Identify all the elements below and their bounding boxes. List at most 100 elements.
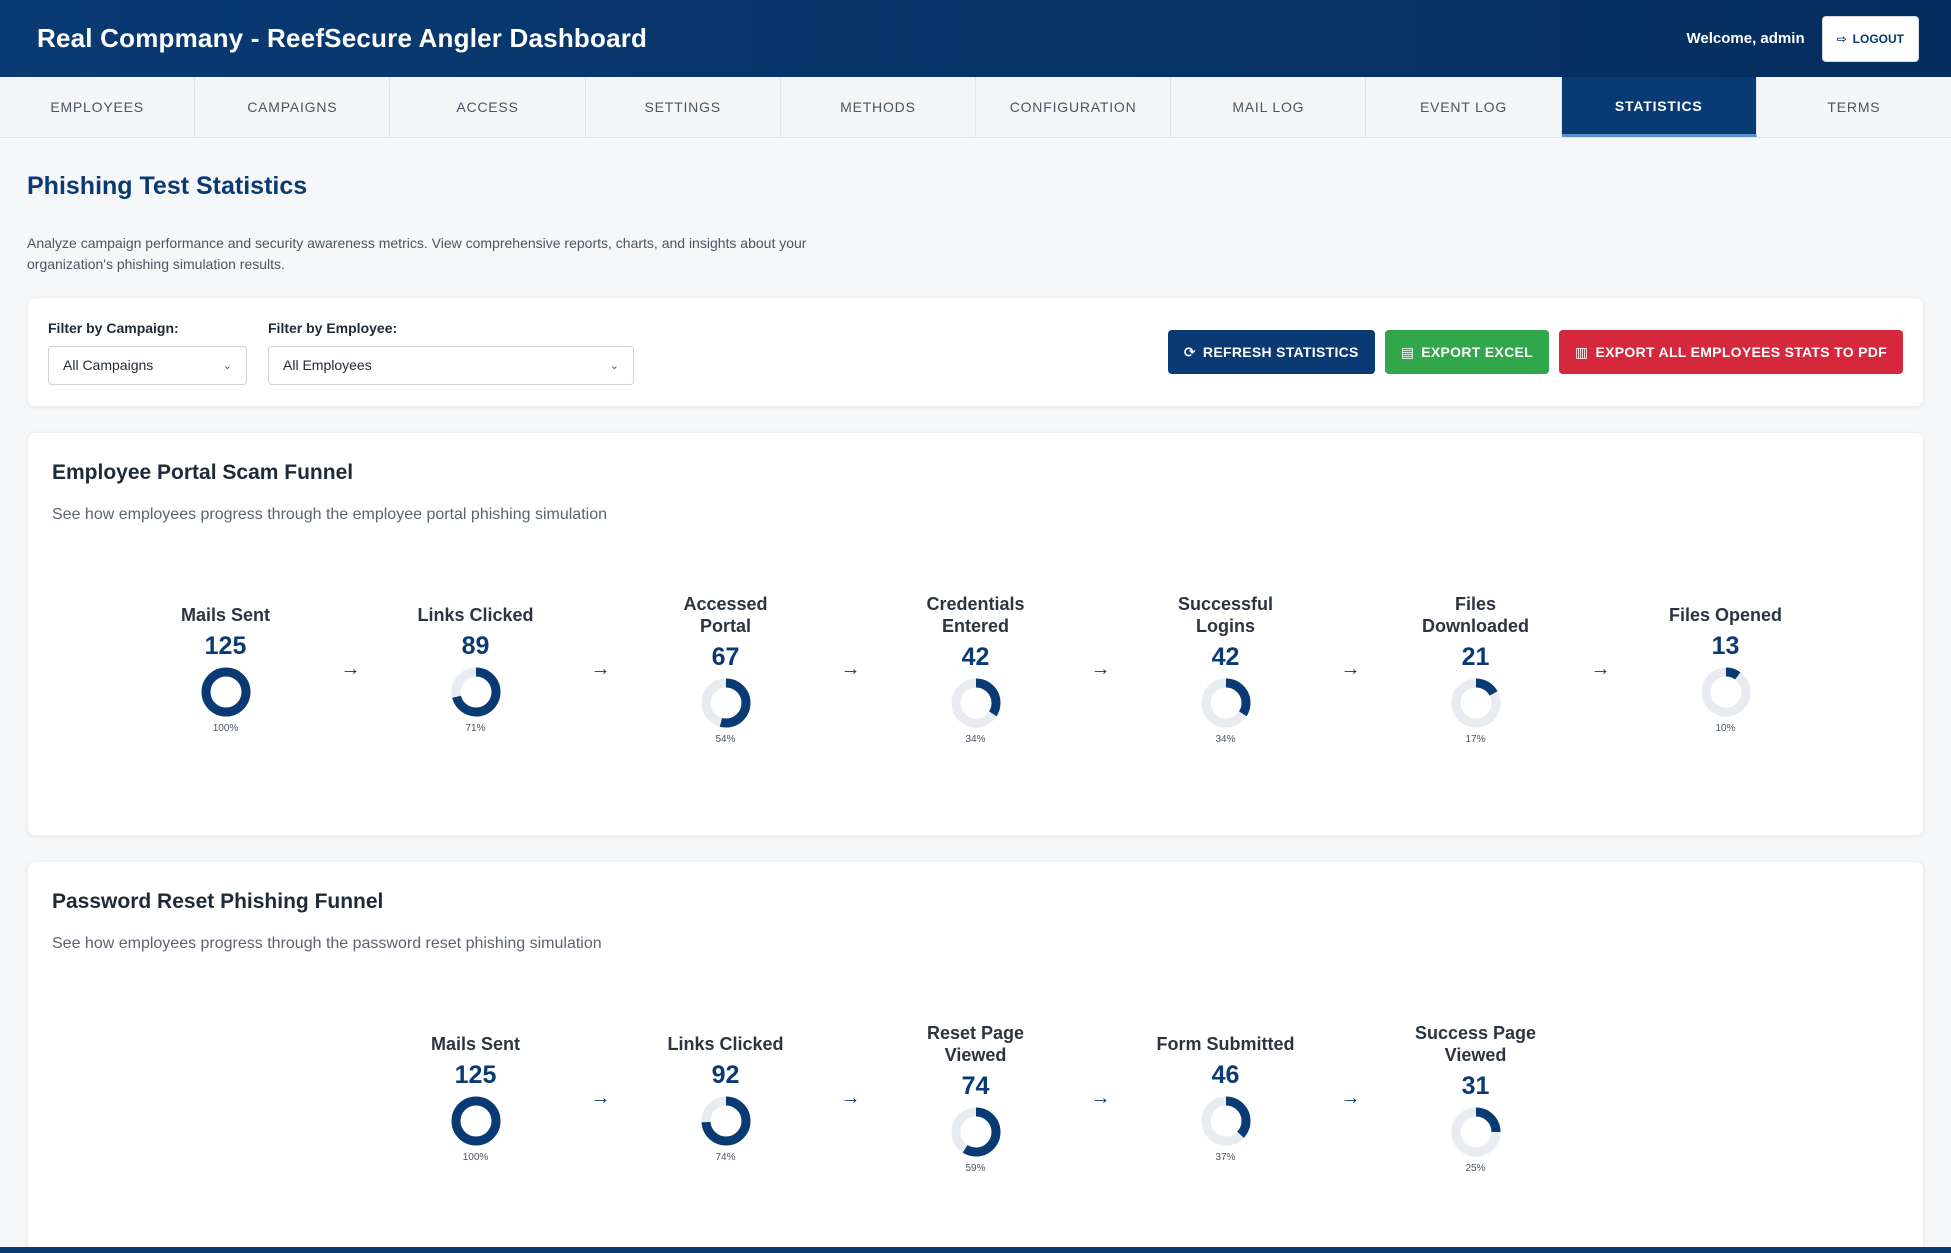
main-content: Phishing Test Statistics Analyze campaig… xyxy=(0,172,1951,1253)
arrow-right-icon: → xyxy=(590,657,611,680)
campaign-select-value: All Campaigns xyxy=(63,357,154,373)
funnel-step-value: 125 xyxy=(454,1061,497,1089)
employee-select[interactable]: All Employees ⌄ xyxy=(268,345,634,385)
pdf-file-icon: ▥ xyxy=(1574,343,1589,360)
funnel-step: Reset Page Viewed 74 59% xyxy=(906,1022,1046,1174)
progress-donut xyxy=(951,678,1000,728)
funnel-step: Files Downloaded 21 17% xyxy=(1406,593,1546,745)
funnel-step-label: Form Submitted xyxy=(1156,1034,1295,1054)
donut-track xyxy=(1701,667,1750,717)
funnel-step-percent: 100% xyxy=(462,1152,489,1163)
refresh-icon: ⟳ xyxy=(1183,343,1196,360)
funnel-step-percent: 74% xyxy=(715,1152,736,1163)
funnel-step: Files Opened 13 10% xyxy=(1656,604,1796,734)
funnel-step-label: Mails Sent xyxy=(180,605,271,625)
funnel-step-value: 21 xyxy=(1461,643,1490,671)
funnel-step: Form Submitted 46 37% xyxy=(1156,1033,1296,1163)
arrow-right-icon: → xyxy=(1590,657,1611,680)
arrow-right-icon: → xyxy=(840,657,861,680)
app-header: Real Compmany - ReefSecure Angler Dashbo… xyxy=(0,0,1951,77)
funnel-steps: Mails Sent 125 100% → Links Clicked 89 71% → Acc… xyxy=(28,593,1923,745)
export-pdf-label: EXPORT ALL EMPLOYEES STATS TO PDF xyxy=(1595,344,1887,360)
employee-select-value: All Employees xyxy=(283,357,372,373)
funnel-step-value: 89 xyxy=(461,632,490,660)
app-title: Real Compmany - ReefSecure Angler Dashbo… xyxy=(37,23,648,53)
funnel-step: Mails Sent 125 100% xyxy=(406,1033,546,1163)
page-description: Analyze campaign performance and securit… xyxy=(27,235,807,272)
funnel-step-percent: 59% xyxy=(965,1163,986,1174)
funnel-step: Links Clicked 89 71% xyxy=(406,604,546,734)
action-buttons: ⟳ REFRESH STATISTICS ▤ EXPORT EXCEL ▥ EX… xyxy=(1167,330,1903,374)
funnel-step-label: Links Clicked xyxy=(667,1034,784,1054)
funnel-step: Accessed Portal 67 54% xyxy=(656,593,796,745)
sign-out-icon: ⇨ xyxy=(1836,31,1847,46)
progress-donut xyxy=(451,1096,500,1146)
tab-employees[interactable]: EMPLOYEES xyxy=(0,77,196,137)
tab-mail-log[interactable]: MAIL LOG xyxy=(1171,77,1367,137)
arrow-right-icon: → xyxy=(590,1086,611,1109)
progress-donut xyxy=(1201,678,1250,728)
bottom-bar xyxy=(0,1247,1951,1253)
donut-fill xyxy=(451,1096,500,1146)
funnel-step-value: 46 xyxy=(1211,1061,1240,1089)
funnel-step-value: 31 xyxy=(1461,1072,1490,1100)
funnel-step-label: Files Opened xyxy=(1668,605,1783,625)
excel-file-icon: ▤ xyxy=(1400,343,1415,360)
funnel-step-value: 74 xyxy=(961,1072,990,1100)
tab-methods[interactable]: METHODS xyxy=(781,77,977,137)
funnel-step-label: Mails Sent xyxy=(430,1034,521,1054)
donut-fill xyxy=(201,667,250,717)
tab-event-log[interactable]: EVENT LOG xyxy=(1366,77,1562,137)
welcome-text: Welcome, admin xyxy=(1686,30,1805,47)
funnel-subtitle: See how employees progress through the p… xyxy=(52,935,602,952)
tab-terms[interactable]: TERMS xyxy=(1757,77,1951,137)
arrow-right-icon: → xyxy=(1340,657,1361,680)
tab-access[interactable]: ACCESS xyxy=(390,77,586,137)
logout-button[interactable]: ⇨ LOGOUT xyxy=(1821,15,1919,62)
refresh-statistics-button[interactable]: ⟳ REFRESH STATISTICS xyxy=(1167,330,1375,374)
progress-donut xyxy=(1201,1096,1250,1146)
progress-donut xyxy=(1701,667,1750,717)
arrow-right-icon: → xyxy=(1090,657,1111,680)
employee-filter-label: Filter by Employee: xyxy=(268,319,398,336)
password-reset-funnel: Password Reset Phishing Funnel See how e… xyxy=(27,861,1924,1253)
arrow-right-icon: → xyxy=(1090,1086,1111,1109)
funnel-step-value: 67 xyxy=(711,643,740,671)
filter-panel: Filter by Campaign: All Campaigns ⌄ Filt… xyxy=(27,297,1924,407)
employee-filter: Filter by Employee: All Employees ⌄ xyxy=(268,320,634,385)
funnel-step: Mails Sent 125 100% xyxy=(156,604,296,734)
header-user-area: Welcome, admin ⇨ LOGOUT xyxy=(1686,15,1919,62)
progress-donut xyxy=(1451,1107,1500,1157)
progress-donut xyxy=(951,1107,1000,1157)
arrow-right-icon: → xyxy=(1340,1086,1361,1109)
funnel-step-label: Reset Page Viewed xyxy=(926,1023,1025,1065)
funnel-step-label: Accessed Portal xyxy=(683,594,768,636)
tab-campaigns[interactable]: CAMPAIGNS xyxy=(195,77,391,137)
funnel-title: Password Reset Phishing Funnel xyxy=(52,890,384,913)
funnel-step: Credentials Entered 42 34% xyxy=(906,593,1046,745)
tab-statistics[interactable]: STATISTICS xyxy=(1561,77,1757,137)
funnel-title: Employee Portal Scam Funnel xyxy=(52,461,354,484)
filter-group: Filter by Campaign: All Campaigns ⌄ Filt… xyxy=(48,320,634,385)
campaign-filter: Filter by Campaign: All Campaigns ⌄ xyxy=(48,320,247,385)
funnel-step: Successful Logins 42 34% xyxy=(1156,593,1296,745)
funnel-step-label: Successful Logins xyxy=(1177,594,1274,636)
funnel-step-percent: 10% xyxy=(1715,723,1736,734)
funnel-step-value: 125 xyxy=(204,632,247,660)
funnel-step-percent: 54% xyxy=(715,734,736,745)
funnel-step: Links Clicked 92 74% xyxy=(656,1033,796,1163)
funnel-step-percent: 34% xyxy=(1215,734,1236,745)
arrow-right-icon: → xyxy=(840,1086,861,1109)
employee-portal-funnel: Employee Portal Scam Funnel See how empl… xyxy=(27,432,1924,836)
export-pdf-button[interactable]: ▥ EXPORT ALL EMPLOYEES STATS TO PDF xyxy=(1558,330,1903,374)
campaign-filter-label: Filter by Campaign: xyxy=(48,319,179,336)
tab-settings[interactable]: SETTINGS xyxy=(586,77,781,137)
chevron-down-icon: ⌄ xyxy=(222,359,232,372)
campaign-select[interactable]: All Campaigns ⌄ xyxy=(48,345,247,385)
funnel-step: Success Page Viewed 31 25% xyxy=(1406,1022,1546,1174)
funnel-step-percent: 71% xyxy=(465,723,486,734)
funnel-step-label: Success Page Viewed xyxy=(1414,1023,1537,1065)
tab-configuration[interactable]: CONFIGURATION xyxy=(976,77,1172,137)
export-excel-button[interactable]: ▤ EXPORT EXCEL xyxy=(1384,330,1549,374)
funnel-step-label: Credentials Entered xyxy=(926,594,1025,636)
